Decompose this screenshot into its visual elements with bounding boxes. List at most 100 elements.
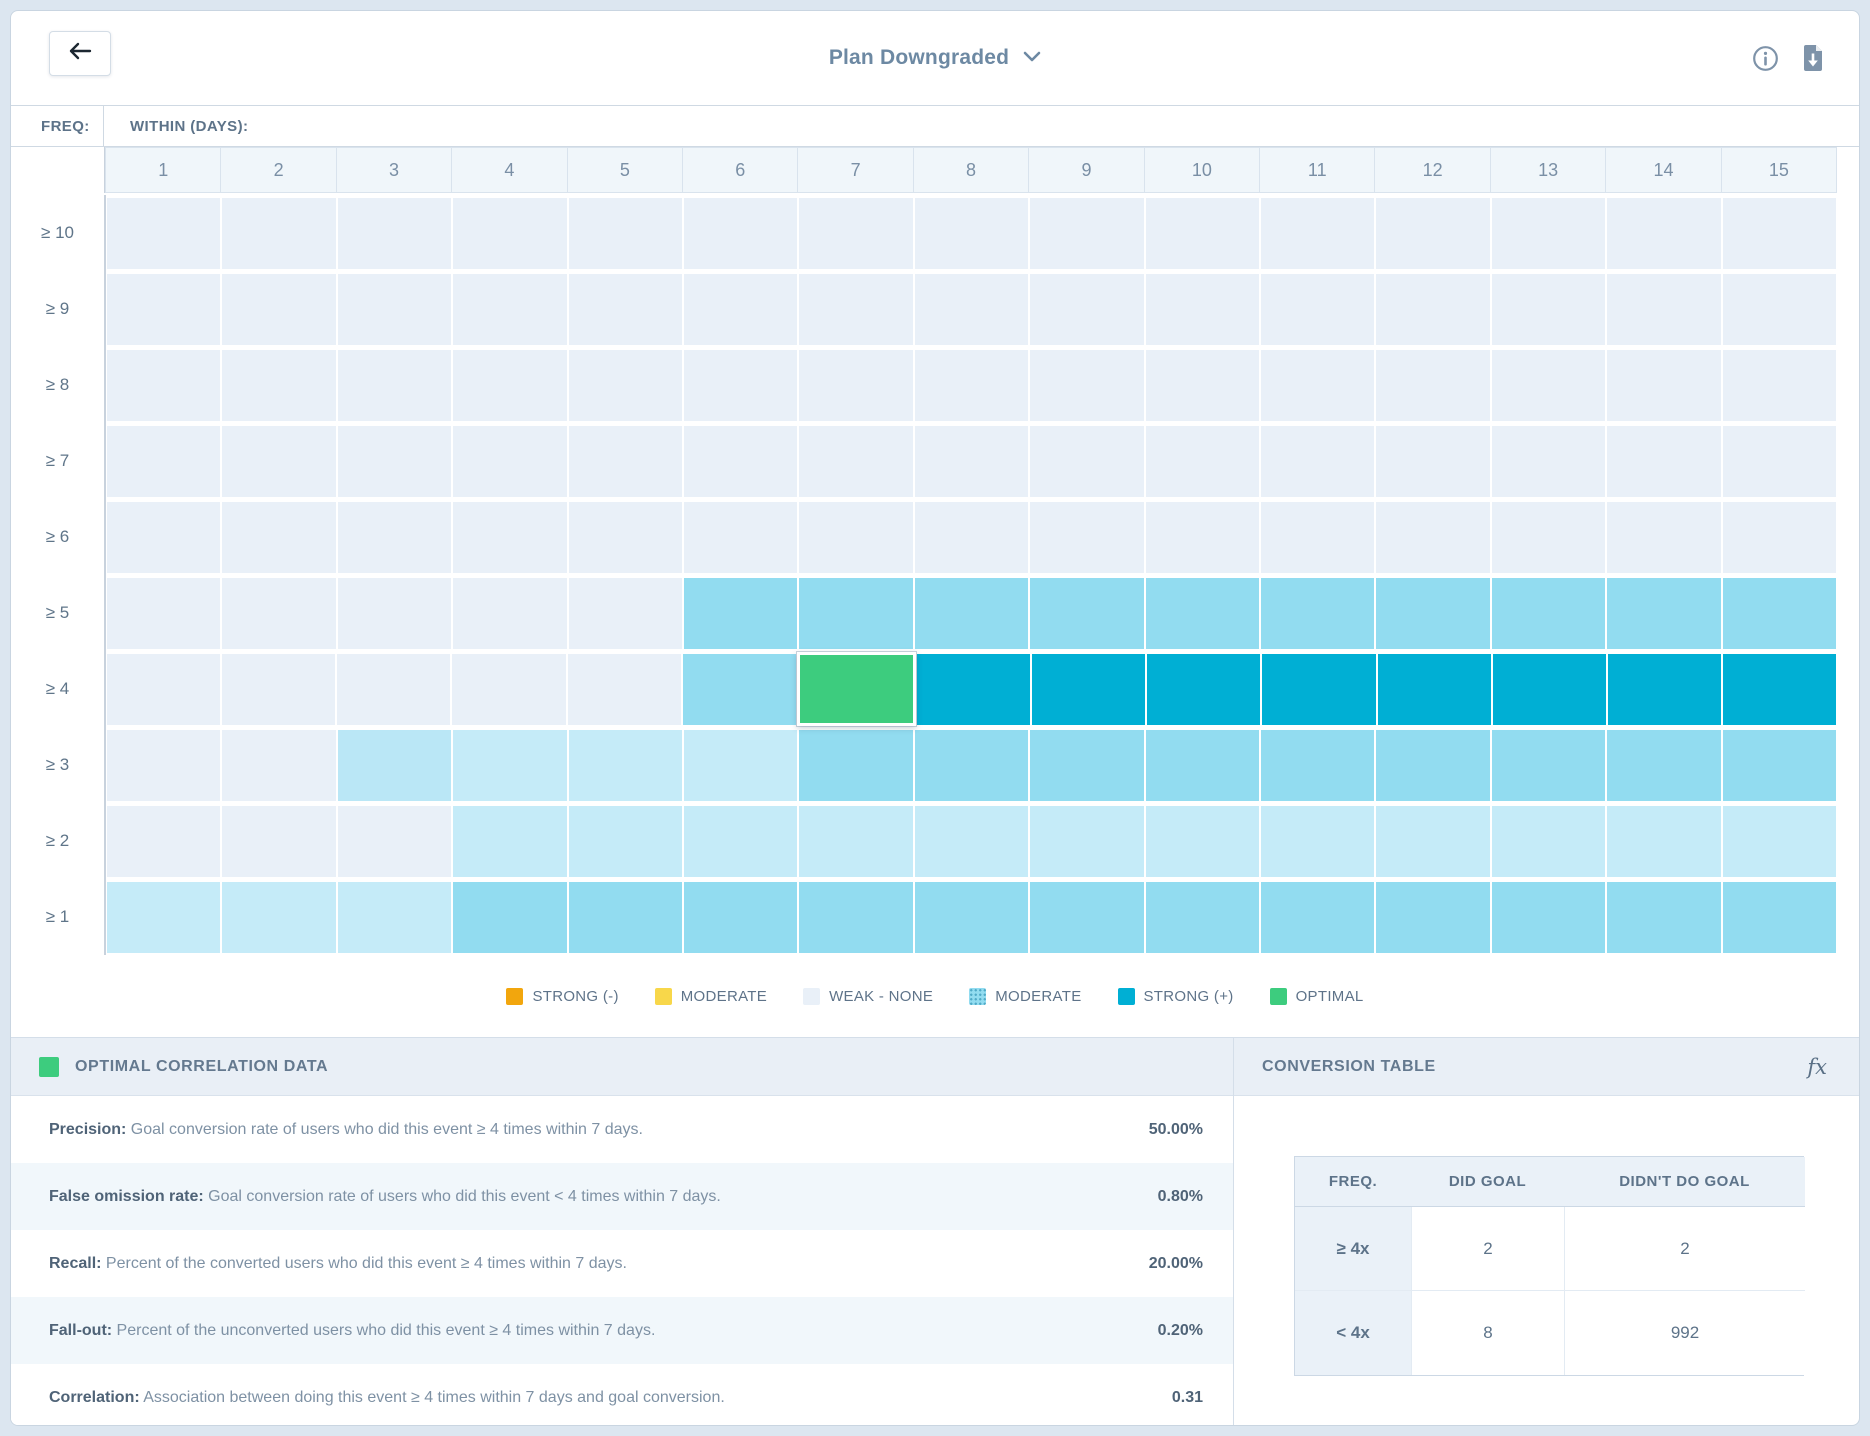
heatmap-cell[interactable] bbox=[1492, 806, 1605, 877]
heatmap-cell[interactable] bbox=[1492, 502, 1605, 573]
heatmap-cell[interactable] bbox=[1492, 426, 1605, 497]
formula-fx-icon[interactable]: fx bbox=[1803, 1053, 1831, 1081]
heatmap-cell[interactable] bbox=[338, 350, 451, 421]
heatmap-cell[interactable] bbox=[107, 730, 220, 801]
heatmap-cell[interactable] bbox=[222, 654, 335, 725]
heatmap-cell[interactable] bbox=[1492, 578, 1605, 649]
heatmap-cell[interactable] bbox=[338, 426, 451, 497]
heatmap-cell[interactable] bbox=[1146, 502, 1259, 573]
heatmap-cell[interactable] bbox=[1030, 502, 1143, 573]
heatmap-cell[interactable] bbox=[338, 578, 451, 649]
heatmap-cell[interactable] bbox=[1030, 578, 1143, 649]
heatmap-cell[interactable] bbox=[1723, 198, 1836, 269]
heatmap-cell[interactable] bbox=[1608, 654, 1721, 725]
heatmap-cell[interactable] bbox=[1723, 274, 1836, 345]
heatmap-cell[interactable] bbox=[222, 578, 335, 649]
heatmap-cell[interactable] bbox=[915, 730, 1028, 801]
heatmap-cell[interactable] bbox=[684, 578, 797, 649]
heatmap-cell[interactable] bbox=[1492, 198, 1605, 269]
heatmap-cell[interactable] bbox=[1493, 654, 1606, 725]
heatmap-cell[interactable] bbox=[683, 654, 796, 725]
info-icon[interactable] bbox=[1752, 45, 1779, 72]
heatmap-cell[interactable] bbox=[1030, 730, 1143, 801]
heatmap-cell[interactable] bbox=[684, 426, 797, 497]
heatmap-cell[interactable] bbox=[1607, 426, 1720, 497]
heatmap-cell[interactable] bbox=[915, 882, 1028, 953]
heatmap-cell[interactable] bbox=[1261, 578, 1374, 649]
heatmap-cell[interactable] bbox=[1607, 198, 1720, 269]
heatmap-cell[interactable] bbox=[107, 274, 220, 345]
heatmap-cell[interactable] bbox=[1262, 654, 1375, 725]
heatmap-cell[interactable] bbox=[107, 882, 220, 953]
heatmap-cell[interactable] bbox=[684, 730, 797, 801]
back-button[interactable] bbox=[49, 31, 111, 76]
heatmap-cell[interactable] bbox=[1261, 882, 1374, 953]
heatmap-cell[interactable] bbox=[569, 806, 682, 877]
heatmap-cell[interactable] bbox=[915, 502, 1028, 573]
heatmap-cell[interactable] bbox=[337, 654, 450, 725]
heatmap-cell[interactable] bbox=[1146, 274, 1259, 345]
heatmap-cell[interactable] bbox=[1030, 882, 1143, 953]
heatmap-cell[interactable] bbox=[568, 654, 681, 725]
download-report-icon[interactable] bbox=[1801, 44, 1825, 72]
heatmap-cell[interactable] bbox=[453, 502, 566, 573]
heatmap-cell[interactable] bbox=[338, 502, 451, 573]
heatmap-cell[interactable] bbox=[684, 502, 797, 573]
heatmap-cell[interactable] bbox=[1607, 274, 1720, 345]
heatmap-cell[interactable] bbox=[222, 882, 335, 953]
heatmap-cell[interactable] bbox=[569, 274, 682, 345]
heatmap-cell[interactable] bbox=[1146, 806, 1259, 877]
heatmap-cell[interactable] bbox=[107, 350, 220, 421]
heatmap-cell[interactable] bbox=[799, 730, 912, 801]
heatmap-cell[interactable] bbox=[222, 350, 335, 421]
heatmap-cell[interactable] bbox=[915, 274, 1028, 345]
heatmap-cell[interactable] bbox=[1607, 502, 1720, 573]
heatmap-cell[interactable] bbox=[222, 806, 335, 877]
heatmap-cell[interactable] bbox=[452, 654, 565, 725]
heatmap-cell[interactable] bbox=[222, 502, 335, 573]
heatmap-cell[interactable] bbox=[1607, 350, 1720, 421]
heatmap-cell[interactable] bbox=[569, 730, 682, 801]
heatmap-cell[interactable] bbox=[107, 426, 220, 497]
heatmap-cell[interactable] bbox=[915, 350, 1028, 421]
heatmap-cell[interactable] bbox=[1607, 730, 1720, 801]
heatmap-cell[interactable] bbox=[1607, 806, 1720, 877]
heatmap-cell[interactable] bbox=[1492, 730, 1605, 801]
heatmap-cell[interactable] bbox=[1723, 350, 1836, 421]
heatmap-cell[interactable] bbox=[453, 578, 566, 649]
heatmap-cell[interactable] bbox=[1723, 806, 1836, 877]
heatmap-cell[interactable] bbox=[453, 198, 566, 269]
heatmap-cell[interactable] bbox=[799, 274, 912, 345]
heatmap-cell[interactable] bbox=[1032, 654, 1145, 725]
heatmap-cell[interactable] bbox=[1030, 806, 1143, 877]
heatmap-cell[interactable] bbox=[107, 578, 220, 649]
heatmap-cell[interactable] bbox=[684, 198, 797, 269]
heatmap-cell[interactable] bbox=[453, 730, 566, 801]
heatmap-cell[interactable] bbox=[799, 578, 912, 649]
heatmap-cell[interactable] bbox=[222, 426, 335, 497]
heatmap-cell[interactable] bbox=[453, 274, 566, 345]
heatmap-cell[interactable] bbox=[1147, 654, 1260, 725]
heatmap-cell[interactable] bbox=[1376, 806, 1489, 877]
heatmap-cell[interactable] bbox=[1146, 730, 1259, 801]
heatmap-cell[interactable] bbox=[684, 806, 797, 877]
heatmap-cell[interactable] bbox=[1607, 578, 1720, 649]
heatmap-cell[interactable] bbox=[1030, 426, 1143, 497]
heatmap-cell[interactable] bbox=[1376, 426, 1489, 497]
heatmap-cell[interactable] bbox=[799, 198, 912, 269]
heatmap-cell[interactable] bbox=[1261, 806, 1374, 877]
heatmap-cell[interactable] bbox=[222, 274, 335, 345]
heatmap-cell[interactable] bbox=[915, 806, 1028, 877]
heatmap-cell[interactable] bbox=[917, 654, 1030, 725]
heatmap-cell[interactable] bbox=[1261, 274, 1374, 345]
heatmap-cell[interactable] bbox=[684, 882, 797, 953]
heatmap-cell[interactable] bbox=[107, 198, 220, 269]
heatmap-cell[interactable] bbox=[1723, 730, 1836, 801]
heatmap-cell[interactable] bbox=[1723, 882, 1836, 953]
heatmap-cell[interactable] bbox=[569, 426, 682, 497]
heatmap-cell[interactable] bbox=[1146, 350, 1259, 421]
heatmap-cell[interactable] bbox=[1723, 578, 1836, 649]
heatmap-cell[interactable] bbox=[107, 654, 220, 725]
heatmap-cell[interactable] bbox=[453, 882, 566, 953]
heatmap-cell[interactable] bbox=[684, 274, 797, 345]
